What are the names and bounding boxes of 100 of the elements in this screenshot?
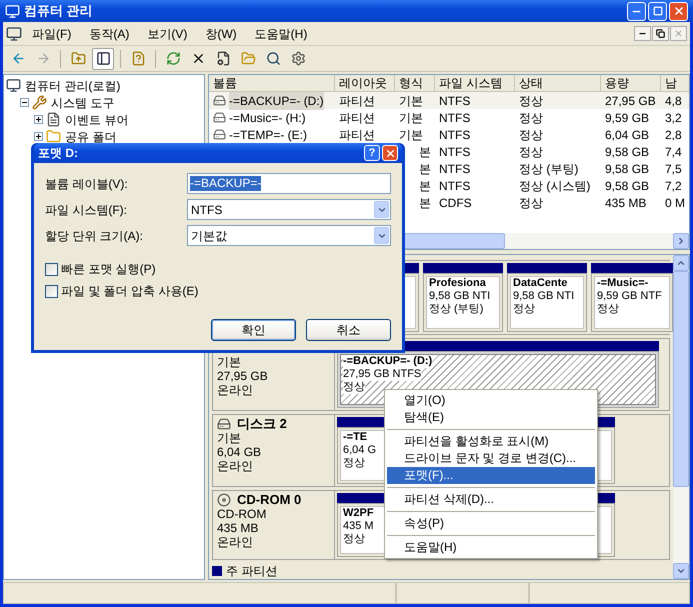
legend-label: 주 파티션	[226, 563, 278, 579]
cd-icon	[217, 493, 231, 507]
collapse-icon[interactable]	[20, 98, 29, 107]
tree-toggle-icon	[96, 51, 110, 66]
table-cell-text: 정상	[519, 194, 543, 212]
dialog-title: 포맷 D:	[38, 145, 78, 162]
menu-item[interactable]: 탐색(E)	[387, 409, 595, 426]
tree-item[interactable]: 공유 폴더	[64, 128, 118, 146]
scrollbar-thumb[interactable]	[673, 271, 689, 487]
menu-item[interactable]: 보기(V)	[147, 24, 188, 42]
disk-info: 온라인	[217, 535, 254, 549]
menu-item[interactable]: 열기(O)	[387, 392, 595, 409]
close-icon	[672, 5, 684, 17]
checkbox[interactable]	[45, 284, 58, 298]
checkbox[interactable]	[45, 262, 58, 276]
table-cell-text: 7,4	[665, 144, 682, 160]
help-button[interactable]: ?	[364, 145, 380, 161]
table-cell-text: 7,2	[665, 178, 682, 194]
tree-item[interactable]: 이벤트 뷰어	[64, 110, 130, 128]
menu-item[interactable]: 도움말(H)	[254, 24, 308, 42]
table-cell-text: 파티션	[339, 92, 375, 110]
checkbox-label: 빠른 포맷 실행(P)	[61, 261, 156, 278]
drive-icon	[213, 94, 226, 107]
disk-info: 온라인	[217, 459, 254, 473]
partition-status: 정상 (부팅)	[429, 303, 484, 316]
table-cell-text: 파티션	[339, 110, 375, 126]
disk-info: 6,04 GB	[217, 445, 262, 459]
table-cell[interactable]: -=BACKUP=- (D:)	[229, 92, 324, 110]
scroll-up-button[interactable]	[673, 255, 689, 271]
table-cell-text: 3,2	[665, 110, 682, 126]
menu-item[interactable]: 드라이브 문자 및 경로 변경(C)...	[387, 450, 595, 467]
settings-icon	[290, 51, 306, 66]
partition-size: 9,58 GB NTI	[429, 290, 490, 303]
column-header[interactable]: 남	[661, 75, 689, 92]
close-icon	[674, 29, 683, 38]
tree-item[interactable]: 컴퓨터 관리(로컬)	[24, 76, 122, 94]
table-cell-text: 9,58 GB	[605, 160, 650, 178]
table-cell[interactable]: -=Music=- (H:)	[229, 108, 306, 126]
dropdown[interactable]: NTFS	[187, 199, 391, 220]
disk-name: 디스크 2	[237, 417, 287, 431]
expand-icon[interactable]	[34, 115, 43, 124]
restore-button[interactable]	[652, 26, 669, 41]
window-title: 컴퓨터 관리	[24, 2, 93, 20]
open-icon	[240, 51, 256, 66]
vertical-scrollbar[interactable]	[673, 255, 689, 579]
menu-item[interactable]: 도움말(H)	[387, 539, 595, 556]
search-icon	[266, 51, 280, 66]
partition-status: 정상	[343, 457, 365, 470]
table-cell[interactable]: -=TEMP=- (E:)	[229, 126, 308, 144]
table-cell-text: 2,8	[665, 126, 682, 144]
disk-info: 기본	[217, 355, 242, 369]
expand-icon[interactable]	[34, 132, 43, 141]
table-cell-text: 정상	[519, 126, 543, 144]
cancel-button[interactable]: 취소	[306, 319, 391, 341]
table-cell-text: 기본	[399, 110, 423, 126]
column-header[interactable]: 상태	[515, 75, 601, 92]
column-header[interactable]: 레이아웃	[335, 75, 395, 92]
disk-info: 온라인	[217, 383, 254, 397]
column-header[interactable]: 볼륨	[209, 75, 335, 92]
help-icon	[130, 51, 146, 66]
menu-item[interactable]: 파티션을 활성화로 표시(M)	[387, 433, 595, 450]
table-cell-text: NTFS	[439, 126, 470, 144]
minimize-button[interactable]	[634, 26, 651, 41]
column-header[interactable]: 용량	[601, 75, 661, 92]
menu-item[interactable]: 속성(P)	[387, 515, 595, 532]
disk-name: CD-ROM 0	[237, 493, 302, 507]
scroll-right-button[interactable]	[673, 233, 689, 249]
table-cell-text: 0 M	[665, 194, 686, 212]
disk-info: 27,95 GB	[217, 369, 269, 383]
table-cell-text: NTFS	[439, 178, 470, 194]
volume-label-field[interactable]: -=BACKUP=-	[187, 173, 391, 194]
tree-toggle-button[interactable]	[92, 48, 114, 70]
menu-item[interactable]: 창(W)	[205, 24, 237, 42]
field-label: 파일 시스템(F):	[45, 202, 128, 218]
toolbox-icon	[32, 95, 47, 110]
menu-item[interactable]: 동작(A)	[89, 24, 130, 42]
partition[interactable]: Profesiona 9,58 GB NTI 정상 (부팅)	[423, 273, 503, 332]
partition-size: 27,95 GB NTFS	[343, 368, 422, 381]
refresh-icon	[166, 51, 180, 66]
maximize-button[interactable]	[648, 2, 667, 20]
menu-item[interactable]: 파일(F)	[32, 24, 72, 42]
ok-button[interactable]: 확인	[211, 319, 296, 341]
restore-icon	[656, 29, 665, 38]
menu-item[interactable]: 파티션 삭제(D)...	[387, 491, 595, 508]
menu-item[interactable]: 포맷(F)...	[387, 467, 595, 484]
column-header[interactable]: 파일 시스템	[435, 75, 515, 92]
checkbox-label: 파일 및 폴더 압축 사용(E)	[61, 283, 198, 300]
table-cell-text: 6,04 GB	[605, 126, 650, 144]
table-cell-text: 본	[419, 178, 431, 194]
partition[interactable]: DataCente 9,58 GB NTI 정상	[507, 273, 587, 332]
partition[interactable]: -=Music=- 9,59 GB NTF 정상	[591, 273, 673, 332]
partition-status: 정상	[513, 303, 535, 316]
computer-icon	[6, 26, 22, 42]
dropdown[interactable]: 기본값	[187, 225, 391, 246]
table-cell-text: 27,95 GB	[605, 92, 656, 110]
table-cell-text: 9,58 GB	[605, 144, 650, 160]
scroll-down-button[interactable]	[673, 563, 689, 579]
field-label: 할당 단위 크기(A):	[45, 228, 144, 244]
column-header[interactable]: 형식	[395, 75, 435, 92]
tree-item[interactable]: 시스템 도구	[50, 94, 116, 112]
